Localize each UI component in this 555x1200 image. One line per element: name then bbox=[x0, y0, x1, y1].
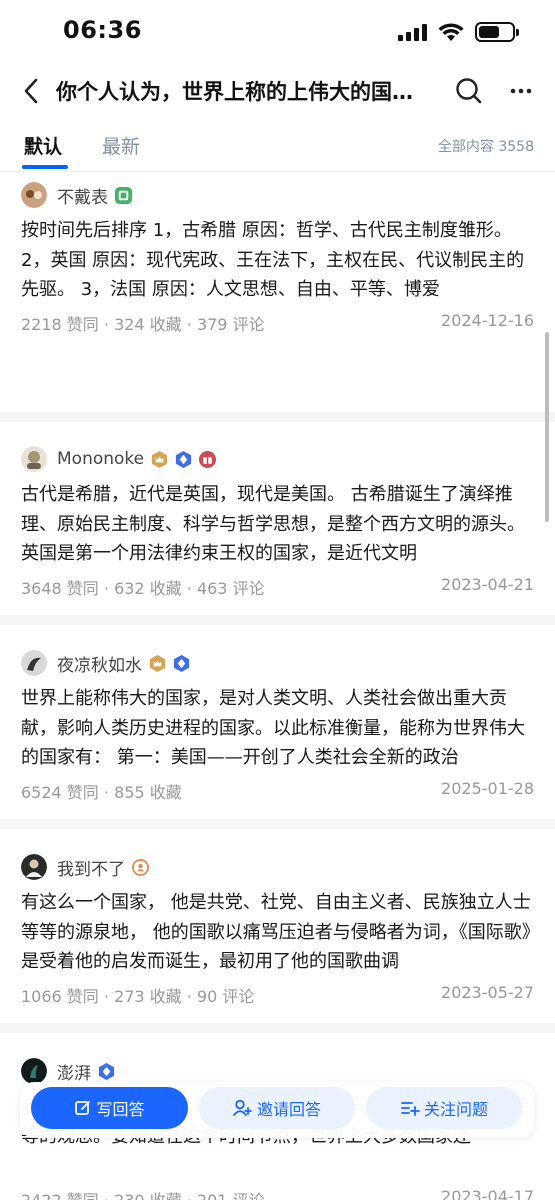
avatar[interactable] bbox=[21, 1058, 47, 1084]
tab-bar: 默认 最新 全部内容 3558 bbox=[0, 116, 555, 172]
author-name[interactable]: 夜凉秋如水 bbox=[57, 651, 142, 676]
answer-card[interactable]: 夜凉秋如水 世界上能称伟大的国家，是对人类文明、人类社会做出重大贡献，影响人类历… bbox=[0, 625, 555, 819]
author-name[interactable]: Mononoke bbox=[57, 449, 144, 469]
follow-question-label: 关注问题 bbox=[423, 1100, 488, 1119]
answer-meta: 1066 赞同 · 273 收藏 · 90 评论 2023-05-27 bbox=[21, 983, 534, 1007]
follow-question-button[interactable]: 关注问题 bbox=[366, 1087, 522, 1129]
answer-excerpt[interactable]: 古代是希腊，近代是英国，现代是美国。 古希腊诞生了演绎推理、原始民主制度、科学与… bbox=[21, 480, 534, 569]
answer-date: 2023-05-27 bbox=[441, 983, 534, 1002]
answer-date: 2023-04-17 bbox=[441, 1187, 534, 1200]
answer-excerpt[interactable]: 有这么一个国家， 他是共党、社党、自由主义者、民族独立人士等等的源泉地， 他的国… bbox=[21, 888, 534, 977]
back-button[interactable] bbox=[14, 74, 48, 108]
answer-stats: 2422 赞同 · 230 收藏 · 201 评论 bbox=[21, 1187, 265, 1200]
status-icons bbox=[398, 22, 519, 42]
answer-meta: 3648 赞同 · 632 收藏 · 463 评论 2023-04-21 bbox=[21, 575, 534, 599]
divider bbox=[0, 412, 555, 422]
author-name[interactable]: 我到不了 bbox=[57, 855, 125, 880]
answer-card[interactable]: 我到不了 有这么一个国家， 他是共党、社党、自由主义者、民族独立人士等等的源泉地… bbox=[0, 829, 555, 1023]
invite-user-icon bbox=[233, 1099, 252, 1116]
answer-author-row: 夜凉秋如水 bbox=[21, 650, 555, 676]
answer-author-row: 澎湃 bbox=[21, 1058, 555, 1084]
tab-default[interactable]: 默认 bbox=[24, 132, 62, 159]
gold-crown-badge-icon bbox=[149, 654, 166, 672]
answer-author-row: 我到不了 bbox=[21, 854, 555, 880]
answer-meta: 6524 赞同 · 855 收藏 2025-01-28 bbox=[21, 779, 534, 803]
chevron-left-icon bbox=[24, 78, 38, 104]
tab-active-indicator bbox=[22, 165, 68, 169]
tab-latest[interactable]: 最新 bbox=[102, 132, 140, 159]
write-answer-label: 写回答 bbox=[96, 1100, 145, 1119]
answer-stats: 2218 赞同 · 324 收藏 · 379 评论 bbox=[21, 315, 265, 334]
divider bbox=[0, 615, 555, 625]
answer-stats: 1066 赞同 · 273 收藏 · 90 评论 bbox=[21, 987, 255, 1006]
total-count: 全部内容 3558 bbox=[437, 139, 534, 155]
status-bar: 06:36 bbox=[0, 0, 555, 66]
question-title[interactable]: 你个人认为，世界上称的上伟大的国家有哪些？ bbox=[56, 76, 421, 106]
signal-icon bbox=[398, 23, 427, 41]
author-name[interactable]: 不戴表 bbox=[57, 183, 108, 208]
search-icon bbox=[456, 78, 482, 104]
avatar[interactable] bbox=[21, 650, 47, 676]
blue-verified-badge-icon bbox=[176, 450, 192, 468]
answer-excerpt[interactable]: 按时间先后排序 1，古希腊 原因：哲学、古代民主制度雏形。 2，英国 原因：现代… bbox=[21, 216, 534, 305]
scrollbar[interactable] bbox=[545, 332, 549, 522]
answer-card[interactable]: Mononoke 古代是希腊，近代是英国，现代是美国。 古希腊诞生了演绎推理、原… bbox=[0, 422, 555, 615]
invite-answer-label: 邀请回答 bbox=[256, 1100, 321, 1119]
bottom-action-bar: 写回答 邀请回答 关注问题 bbox=[20, 1082, 534, 1138]
search-button[interactable] bbox=[452, 74, 486, 108]
verified-badge-icon bbox=[114, 186, 133, 204]
invite-answer-button[interactable]: 邀请回答 bbox=[199, 1087, 355, 1129]
status-time: 06:36 bbox=[63, 16, 142, 44]
answer-meta: 2218 赞同 · 324 收藏 · 379 评论 2024-12-16 bbox=[21, 311, 534, 335]
answer-date: 2024-12-16 bbox=[441, 311, 534, 330]
answer-author-row: Mononoke bbox=[21, 446, 555, 472]
answer-excerpt[interactable]: 世界上能称伟大的国家，是对人类文明、人类社会做出重大贡献，影响人类历史进程的国家… bbox=[21, 684, 534, 773]
red-gift-badge-icon bbox=[199, 450, 217, 468]
write-answer-button[interactable]: 写回答 bbox=[31, 1087, 188, 1129]
blue-verified-badge-icon bbox=[98, 1062, 115, 1080]
avatar[interactable] bbox=[21, 182, 47, 208]
answer-card[interactable]: 不戴表 按时间先后排序 1，古希腊 原因：哲学、古代民主制度雏形。 2，英国 原… bbox=[0, 172, 555, 412]
more-button[interactable] bbox=[504, 74, 538, 108]
answer-meta: 2422 赞同 · 230 收藏 · 201 评论 2023-04-17 bbox=[21, 1187, 534, 1200]
author-name[interactable]: 澎湃 bbox=[57, 1059, 91, 1084]
answer-date: 2023-04-21 bbox=[441, 575, 534, 594]
battery-icon bbox=[475, 22, 519, 42]
follow-list-icon bbox=[401, 1102, 420, 1116]
gold-crown-badge-icon bbox=[152, 450, 168, 468]
wifi-icon bbox=[438, 22, 464, 41]
answer-date: 2025-01-28 bbox=[441, 779, 534, 798]
answer-stats: 6524 赞同 · 855 收藏 bbox=[21, 783, 182, 802]
blue-verified-badge-icon bbox=[173, 654, 190, 672]
orange-user-badge-icon bbox=[131, 858, 150, 876]
avatar[interactable] bbox=[21, 446, 47, 472]
nav-bar: 你个人认为，世界上称的上伟大的国家有哪些？ bbox=[0, 66, 555, 116]
answer-author-row: 不戴表 bbox=[21, 182, 555, 208]
divider bbox=[0, 819, 555, 829]
avatar[interactable] bbox=[21, 854, 47, 880]
edit-icon bbox=[75, 1101, 91, 1115]
divider bbox=[0, 1023, 555, 1033]
more-dots-icon bbox=[510, 88, 532, 94]
answer-stats: 3648 赞同 · 632 收藏 · 463 评论 bbox=[21, 579, 265, 598]
